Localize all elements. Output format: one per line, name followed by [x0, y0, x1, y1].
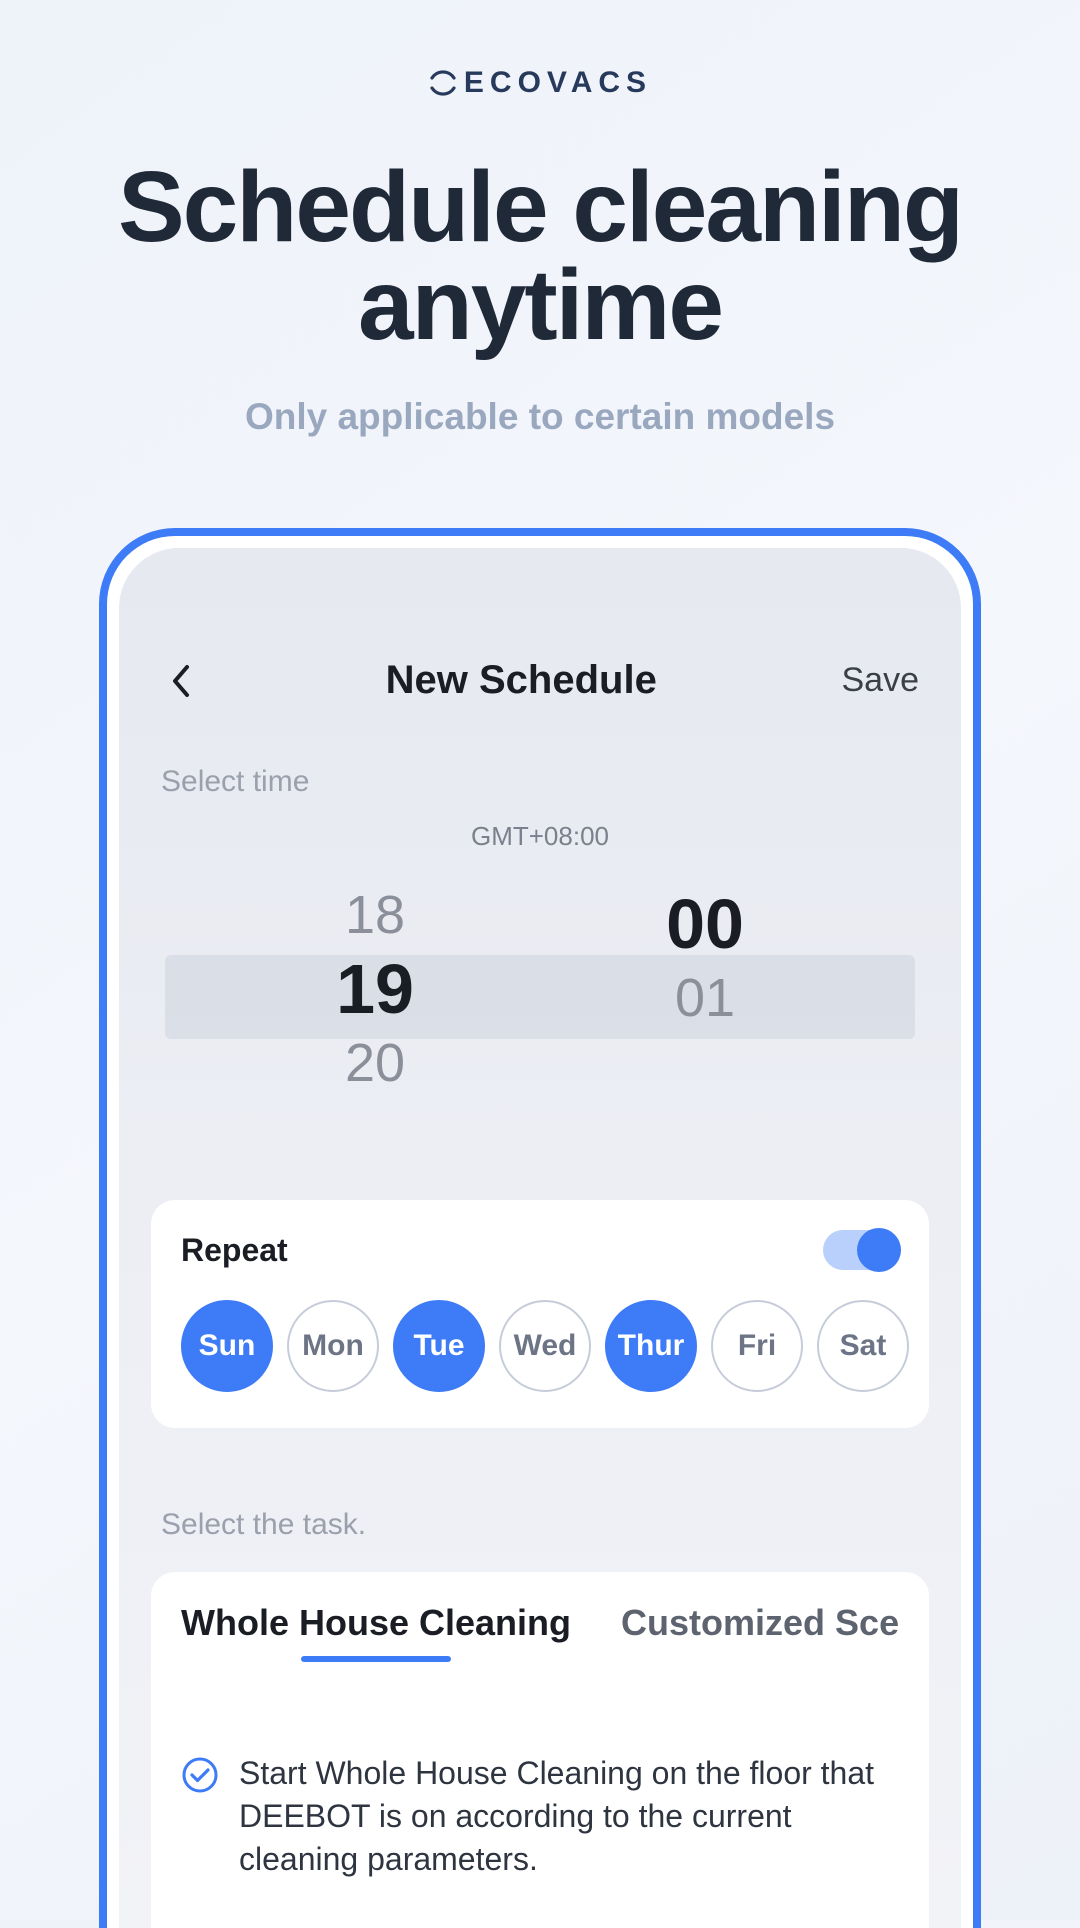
logo: ECOVACS	[0, 0, 1080, 100]
day-sat[interactable]: Sat	[817, 1300, 909, 1392]
day-fri[interactable]: Fri	[711, 1300, 803, 1392]
day-sun[interactable]: Sun	[181, 1300, 273, 1392]
day-tue[interactable]: Tue	[393, 1300, 485, 1392]
day-thur[interactable]: Thur	[605, 1300, 697, 1392]
hero-title-line2: anytime	[358, 249, 722, 361]
tabs-row: Whole House Cleaning Customized Scen	[181, 1602, 899, 1662]
hour-column[interactable]: 18 19 20	[225, 880, 525, 1100]
hero-subtitle: Only applicable to certain models	[0, 396, 1080, 438]
day-mon[interactable]: Mon	[287, 1300, 379, 1392]
back-button[interactable]	[161, 661, 201, 701]
tab-0[interactable]: Whole House Cleaning	[181, 1602, 571, 1662]
app-screen: New Schedule Save Select time GMT+08:00 …	[119, 548, 961, 1928]
time-picker[interactable]: 18 19 20 00 01	[145, 880, 935, 1140]
screen-title: New Schedule	[386, 658, 657, 703]
check-circle-icon	[181, 1756, 219, 1794]
hour-selected: 19	[225, 951, 525, 1028]
hour-next: 20	[225, 1034, 525, 1093]
minute-column[interactable]: 00 01	[555, 880, 855, 1034]
task-description: Start Whole House Cleaning on the floor …	[239, 1752, 899, 1882]
hero-title: Schedule cleaning anytime	[0, 158, 1080, 354]
task-card: Whole House Cleaning Customized Scen Star…	[151, 1572, 929, 1928]
chevron-left-icon	[170, 663, 192, 699]
hero-title-line1: Schedule cleaning	[118, 151, 962, 263]
select-time-label: Select time	[145, 765, 935, 799]
days-row: SunMonTueWedThurFriSat	[181, 1300, 899, 1392]
repeat-toggle[interactable]	[823, 1230, 899, 1270]
logo-text: ECOVACS	[464, 66, 652, 100]
toggle-knob	[857, 1228, 901, 1272]
select-task-label: Select the task.	[145, 1508, 935, 1542]
logo-icon	[428, 68, 458, 98]
topbar: New Schedule Save	[145, 588, 935, 703]
minute-selected: 00	[555, 886, 855, 963]
hour-prev: 18	[225, 886, 525, 945]
minute-next: 01	[555, 969, 855, 1028]
day-wed[interactable]: Wed	[499, 1300, 591, 1392]
save-button[interactable]: Save	[841, 661, 919, 700]
tab-1[interactable]: Customized Scen	[621, 1602, 899, 1662]
phone-frame: New Schedule Save Select time GMT+08:00 …	[99, 528, 981, 1928]
repeat-label: Repeat	[181, 1232, 288, 1269]
timezone-label: GMT+08:00	[145, 821, 935, 852]
repeat-card: Repeat SunMonTueWedThurFriSat	[151, 1200, 929, 1428]
